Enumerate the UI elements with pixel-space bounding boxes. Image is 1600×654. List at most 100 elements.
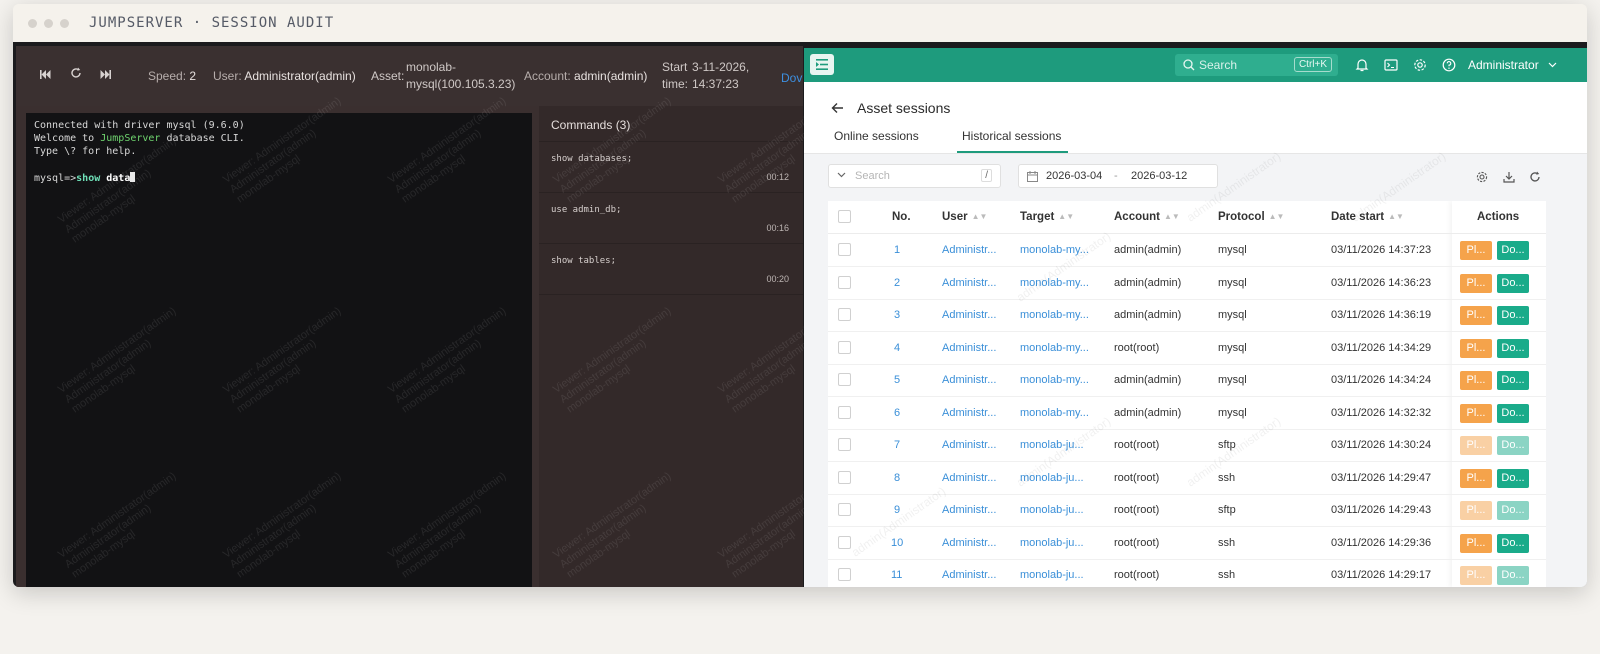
cell-no[interactable]: 5 <box>894 374 900 386</box>
back-arrow-icon[interactable] <box>831 101 844 119</box>
row-checkbox[interactable] <box>838 243 851 256</box>
command-item[interactable]: show tables; 00:20 <box>539 244 803 295</box>
row-checkbox[interactable] <box>838 503 851 516</box>
download-button[interactable]: Do... <box>1497 436 1529 455</box>
command-item[interactable]: show databases; 00:12 <box>539 142 803 193</box>
play-button[interactable]: Pl... <box>1460 338 1492 358</box>
download-button[interactable]: Do... <box>1497 501 1529 520</box>
menu-toggle-button[interactable] <box>810 54 834 75</box>
cell-user[interactable]: Administr... <box>942 439 996 451</box>
download-button[interactable]: Do... <box>1497 306 1529 325</box>
column-header-date-start[interactable]: Date start ▲▼ <box>1331 211 1404 223</box>
column-settings-icon[interactable] <box>1476 170 1488 188</box>
refresh-icon[interactable] <box>1529 170 1541 188</box>
date-from[interactable]: 2026-03-04 <box>1046 170 1102 182</box>
settings-icon[interactable] <box>1413 58 1427 72</box>
cell-user[interactable]: Administr... <box>942 309 996 321</box>
cell-user[interactable]: Administr... <box>942 504 996 516</box>
cell-target[interactable]: monolab-my... <box>1020 309 1089 321</box>
date-range-picker[interactable]: 2026-03-04 - 2026-03-12 <box>1018 164 1218 188</box>
play-button[interactable]: Pl... <box>1460 566 1492 585</box>
skip-back-icon[interactable] <box>40 68 51 82</box>
row-checkbox[interactable] <box>838 535 851 549</box>
row-checkbox[interactable] <box>838 373 851 386</box>
cell-target[interactable]: monolab-ju... <box>1020 537 1084 549</box>
global-search-input[interactable]: Search Ctrl+K <box>1175 54 1338 76</box>
cell-user[interactable]: Administr... <box>942 244 996 256</box>
cell-no[interactable]: 3 <box>894 309 900 321</box>
row-checkbox[interactable] <box>838 308 851 321</box>
cell-target[interactable]: monolab-ju... <box>1020 504 1084 516</box>
tab-historical-sessions[interactable]: Historical sessions <box>962 129 1061 143</box>
help-icon[interactable] <box>1442 58 1456 72</box>
table-search-input[interactable]: Search / <box>828 164 1001 188</box>
cell-user[interactable]: Administr... <box>942 407 996 419</box>
window-close-dot[interactable] <box>28 19 37 28</box>
cell-no[interactable]: 4 <box>894 342 900 354</box>
download-button[interactable]: Do... <box>1497 468 1529 488</box>
download-button[interactable]: Do... <box>1497 338 1529 358</box>
row-checkbox[interactable] <box>838 275 851 289</box>
cell-user[interactable]: Administr... <box>942 472 996 484</box>
tab-online-sessions[interactable]: Online sessions <box>834 129 919 143</box>
row-checkbox[interactable] <box>838 568 851 581</box>
bell-icon[interactable] <box>1355 58 1369 72</box>
cell-target[interactable]: monolab-my... <box>1020 374 1089 386</box>
cell-no[interactable]: 8 <box>894 472 900 484</box>
download-button[interactable]: Do... <box>1497 273 1529 293</box>
cell-target[interactable]: monolab-ju... <box>1020 439 1084 451</box>
row-checkbox[interactable] <box>838 340 851 354</box>
cell-no[interactable]: 7 <box>894 439 900 451</box>
cell-user[interactable]: Administr... <box>942 342 996 354</box>
play-button[interactable]: Pl... <box>1460 371 1492 390</box>
column-header-user[interactable]: User ▲▼ <box>942 211 987 223</box>
terminal-icon[interactable] <box>1384 58 1398 72</box>
cell-no[interactable]: 11 <box>891 569 902 581</box>
date-to[interactable]: 2026-03-12 <box>1131 170 1187 182</box>
command-item[interactable]: use admin_db; 00:16 <box>539 193 803 244</box>
cell-user[interactable]: Administr... <box>942 374 996 386</box>
play-button[interactable]: Pl... <box>1460 468 1492 488</box>
refresh-icon[interactable] <box>70 67 82 82</box>
row-checkbox[interactable] <box>838 405 851 419</box>
user-menu[interactable]: Administrator <box>1468 58 1557 72</box>
row-checkbox[interactable] <box>838 438 851 451</box>
cell-no[interactable]: 1 <box>894 244 900 256</box>
play-button[interactable]: Pl... <box>1460 306 1492 325</box>
terminal-output[interactable]: Connected with driver mysql (9.6.0) Welc… <box>26 113 532 587</box>
select-all-checkbox[interactable] <box>838 210 851 223</box>
play-button[interactable]: Pl... <box>1460 436 1492 455</box>
cell-no[interactable]: 10 <box>891 537 903 549</box>
download-button[interactable]: Do... <box>1497 533 1529 553</box>
cell-target[interactable]: monolab-my... <box>1020 277 1089 289</box>
cell-user[interactable]: Administr... <box>942 569 996 581</box>
cell-no[interactable]: 6 <box>894 407 900 419</box>
column-header-protocol[interactable]: Protocol ▲▼ <box>1218 211 1284 223</box>
download-button[interactable]: Do... <box>1497 566 1529 585</box>
window-zoom-dot[interactable] <box>60 19 69 28</box>
download-button[interactable]: Do... <box>1497 371 1529 390</box>
cell-target[interactable]: monolab-ju... <box>1020 569 1084 581</box>
play-button[interactable]: Pl... <box>1460 533 1492 553</box>
cell-user[interactable]: Administr... <box>942 537 996 549</box>
column-header-target[interactable]: Target ▲▼ <box>1020 211 1074 223</box>
cell-target[interactable]: monolab-my... <box>1020 342 1089 354</box>
cell-user[interactable]: Administr... <box>942 277 996 289</box>
export-download-icon[interactable] <box>1503 170 1515 188</box>
download-button[interactable]: Do... <box>1497 241 1529 260</box>
play-button[interactable]: Pl... <box>1460 501 1492 520</box>
cell-no[interactable]: 9 <box>894 504 900 516</box>
download-button[interactable]: Do... <box>1497 403 1529 423</box>
play-button[interactable]: Pl... <box>1460 241 1492 260</box>
skip-forward-icon[interactable] <box>100 68 111 82</box>
cell-target[interactable]: monolab-ju... <box>1020 472 1084 484</box>
download-link[interactable]: Dov <box>781 71 802 85</box>
cell-target[interactable]: monolab-my... <box>1020 244 1089 256</box>
cell-no[interactable]: 2 <box>894 277 900 289</box>
play-button[interactable]: Pl... <box>1460 403 1492 423</box>
cell-target[interactable]: monolab-my... <box>1020 407 1089 419</box>
window-minimize-dot[interactable] <box>44 19 53 28</box>
column-header-account[interactable]: Account ▲▼ <box>1114 211 1180 223</box>
play-button[interactable]: Pl... <box>1460 273 1492 293</box>
row-checkbox[interactable] <box>838 470 851 484</box>
